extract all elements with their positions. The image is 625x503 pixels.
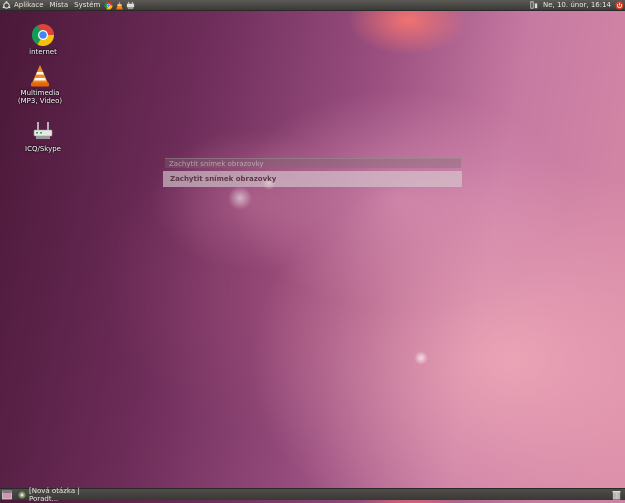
menu-system[interactable]: Systém (71, 0, 103, 11)
router-icon (31, 120, 55, 144)
top-panel: Aplikace Místa Systém Ne, 10. únor, 16:1… (0, 0, 625, 11)
power-icon[interactable] (615, 0, 624, 10)
vlc-icon (28, 64, 52, 88)
desktop-icon-label: ICQ/Skype (25, 145, 61, 153)
chrome-launcher-icon[interactable] (104, 0, 113, 10)
chrome-icon (31, 23, 55, 47)
desktop-icon-icq-skype[interactable]: ICQ/Skype (13, 120, 73, 153)
bottom-panel: [Nová otázka | Poradt... (0, 486, 625, 503)
desktop-icon-internet[interactable]: internet (13, 23, 73, 56)
ubuntu-logo-icon[interactable] (2, 0, 11, 10)
wallpaper-glow (414, 351, 428, 365)
network-status-icon[interactable] (530, 1, 539, 10)
desktop-icon-label: Multimedia (MP3, Video) (17, 89, 63, 105)
vlc-launcher-icon[interactable] (115, 0, 124, 10)
desktop-icon-multimedia[interactable]: Multimedia (MP3, Video) (10, 64, 70, 105)
clock[interactable]: Ne, 10. únor, 16:14 (540, 1, 614, 9)
screenshot-dialog-title: Zachytit snímek obrazovky (165, 158, 461, 168)
taskbar-item-new-question[interactable]: [Nová otázka | Poradt... (15, 486, 105, 503)
taskbar-item-label: [Nová otázka | Poradt... (29, 486, 80, 503)
show-desktop-icon[interactable] (2, 490, 12, 500)
capture-bar-label: Zachytit snímek obrazovky (170, 175, 277, 183)
top-panel-tray: Ne, 10. únor, 16:14 (529, 0, 625, 10)
network-launcher-icon[interactable] (126, 1, 135, 10)
screenshot-capture-bar[interactable]: Zachytit snímek obrazovky (163, 171, 462, 187)
browser-task-icon (18, 490, 26, 499)
wallpaper-glow (228, 186, 252, 210)
desktop-icon-label: internet (29, 48, 57, 56)
dialog-title-text: Zachytit snímek obrazovky (169, 160, 264, 168)
trash-icon[interactable] (612, 490, 621, 500)
menu-places[interactable]: Místa (47, 0, 72, 11)
menu-applications[interactable]: Aplikace (11, 0, 47, 11)
